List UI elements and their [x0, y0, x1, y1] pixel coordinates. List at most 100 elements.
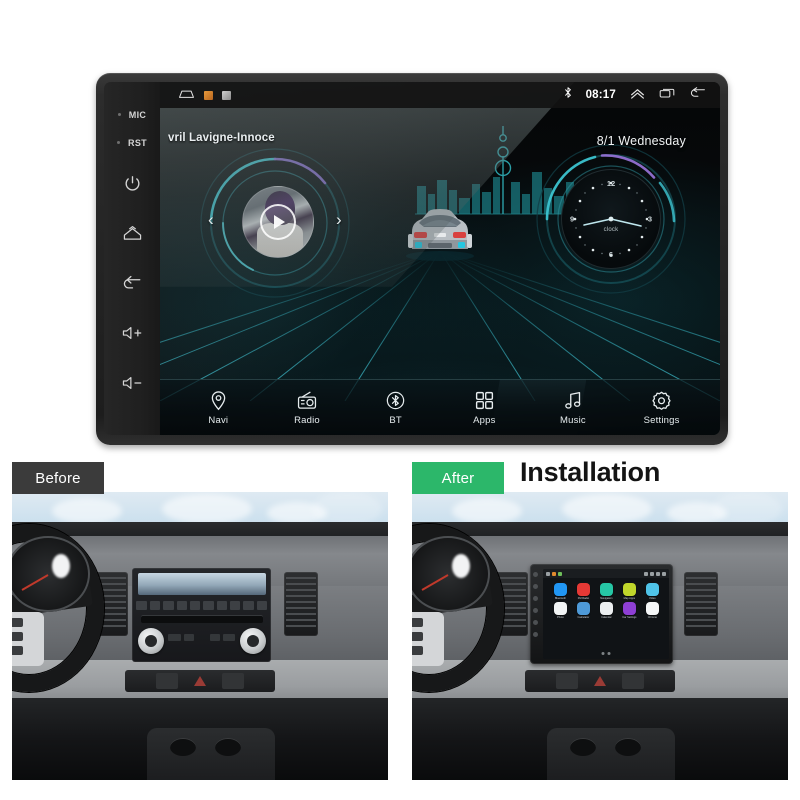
climate-control-d — [210, 634, 220, 641]
grid-apps-icon — [475, 391, 493, 409]
hardware-button-column: MIC RST — [104, 82, 160, 435]
app-tile[interactable]: Calendar — [595, 602, 617, 619]
app-icon-fm-radio — [576, 583, 590, 596]
recents-icon[interactable] — [659, 86, 675, 104]
app-tile[interactable]: Navigation — [595, 583, 617, 600]
status-bar-clock: 08:17 — [585, 89, 616, 101]
app-label: Calculator — [577, 616, 590, 619]
app-tile[interactable]: Map Apps — [618, 583, 640, 600]
clock-widget[interactable]: 12 3 6 9 clock — [532, 140, 690, 298]
bottom-navigation-bar: Navi Radio BT Apps Music Settings — [160, 379, 720, 435]
nav-item-navi[interactable]: Navi — [184, 390, 252, 426]
play-button[interactable] — [260, 204, 296, 240]
cd-slot — [140, 615, 264, 623]
factory-stereo-display — [137, 573, 266, 595]
climate-control-a — [168, 634, 181, 641]
app-tile[interactable]: Photo — [549, 602, 571, 619]
status-bar: 08:17 — [160, 82, 720, 108]
cupholder-right — [615, 738, 642, 756]
volume-up-button[interactable] — [121, 308, 144, 358]
cluster-highlight — [52, 554, 70, 578]
home-icon[interactable] — [178, 86, 195, 104]
power-button[interactable] — [123, 158, 142, 208]
app-tile[interactable]: Calculator — [572, 602, 594, 619]
mic-button[interactable]: MIC — [117, 102, 147, 127]
nav-label-apps: Apps — [473, 414, 496, 426]
clock-widget-label: clock — [603, 227, 619, 233]
climate-control-c — [222, 634, 236, 641]
app-tile[interactable]: Video — [641, 583, 663, 600]
cupholder-left — [569, 738, 596, 756]
date-label: 8/1 Wednesday — [596, 134, 686, 148]
app-tile[interactable]: Bluetooth — [549, 583, 571, 600]
air-vent-right — [684, 572, 718, 636]
app-label: Car Settings — [622, 616, 637, 619]
clock-numeral-12: 12 — [606, 179, 616, 188]
climate-control-b — [183, 634, 194, 641]
clock-numeral-3: 3 — [647, 214, 652, 224]
image-notification-icon[interactable] — [204, 90, 213, 100]
app-icon-bluetooth — [553, 583, 567, 596]
transmission-tunnel — [547, 728, 676, 780]
next-track-button[interactable]: › — [336, 210, 342, 230]
panel-button-right — [221, 673, 244, 689]
clock-numeral-6: 6 — [608, 250, 614, 259]
car-head-unit-device: MIC RST ‹ › vril Lavigne-Innoce 12 3 6 9… — [96, 73, 728, 445]
installed-unit-app-grid[interactable]: Bluetooth FM Radio Navigation Map Apps V… — [543, 578, 669, 619]
volume-knob-left — [137, 628, 164, 654]
track-title: vril Lavigne-Innoce — [168, 132, 275, 144]
clock-face: 12 3 6 9 clock — [561, 169, 661, 269]
app-tile[interactable]: Car Settings — [618, 602, 640, 619]
installed-unit-screen[interactable]: Bluetooth FM Radio Navigation Map Apps V… — [543, 569, 670, 659]
installed-unit-side-keys[interactable] — [533, 572, 539, 637]
back-hard-button[interactable] — [122, 258, 143, 308]
app-label: Photo — [557, 616, 564, 619]
touchscreen-display[interactable]: ‹ › vril Lavigne-Innoce 12 3 6 9 clock 8… — [160, 82, 720, 435]
air-vent-right — [284, 572, 318, 636]
app-icon-calendar — [599, 602, 613, 615]
nav-label-radio: Radio — [294, 414, 320, 426]
transmission-tunnel — [147, 728, 276, 780]
cupholder-left — [169, 738, 196, 756]
previous-track-button[interactable]: ‹ — [208, 210, 214, 230]
page-indicator-dots[interactable] — [601, 652, 611, 655]
reset-button[interactable]: RST — [117, 127, 147, 158]
bluetooth-icon — [386, 391, 405, 409]
factory-stereo-preset-buttons — [136, 601, 268, 610]
back-arrow-icon[interactable] — [689, 86, 706, 104]
speedometer-needle — [21, 574, 49, 591]
nav-item-music[interactable]: Music — [539, 390, 607, 426]
nav-item-settings[interactable]: Settings — [628, 390, 696, 426]
app-tile[interactable]: Chrome — [641, 602, 663, 619]
nav-label-settings: Settings — [643, 414, 680, 426]
panel-button-left — [555, 673, 578, 689]
app-label: Chrome — [647, 616, 657, 619]
page-root: MIC RST ‹ › vril Lavigne-Innoce 12 3 6 9… — [0, 0, 800, 800]
gear-icon — [652, 391, 671, 410]
nav-item-radio[interactable]: Radio — [273, 390, 341, 426]
app-label: FM Radio — [577, 597, 590, 600]
radio-icon — [297, 390, 317, 409]
cupholder-right — [215, 738, 242, 756]
nav-item-bt[interactable]: BT — [362, 390, 430, 426]
nav-label-music: Music — [560, 414, 586, 426]
app-icon-navigation — [599, 583, 613, 596]
app-tile[interactable]: FM Radio — [572, 583, 594, 600]
clock-numeral-9: 9 — [570, 214, 575, 224]
after-photo: Bluetooth FM Radio Navigation Map Apps V… — [412, 492, 788, 780]
volume-down-button[interactable] — [121, 358, 144, 408]
reset-indicator-dot — [117, 141, 121, 144]
panel-button-left — [155, 673, 178, 689]
nav-item-apps[interactable]: Apps — [450, 390, 518, 426]
before-after-comparison: Before After Installation Bluetooth FM R… — [0, 452, 800, 800]
mic-button-label: MIC — [128, 109, 147, 120]
app-icon-chrome — [645, 602, 659, 615]
screenshot-notification-icon[interactable] — [222, 90, 231, 100]
chevron-up-icon[interactable] — [630, 86, 645, 104]
factory-stereo-unit — [132, 568, 272, 662]
hazard-triangle-icon — [193, 676, 206, 686]
app-icon-photo — [553, 602, 567, 615]
speedometer-needle — [421, 574, 449, 591]
home-hard-button[interactable] — [122, 208, 143, 258]
installed-head-unit[interactable]: Bluetooth FM Radio Navigation Map Apps V… — [530, 564, 674, 664]
